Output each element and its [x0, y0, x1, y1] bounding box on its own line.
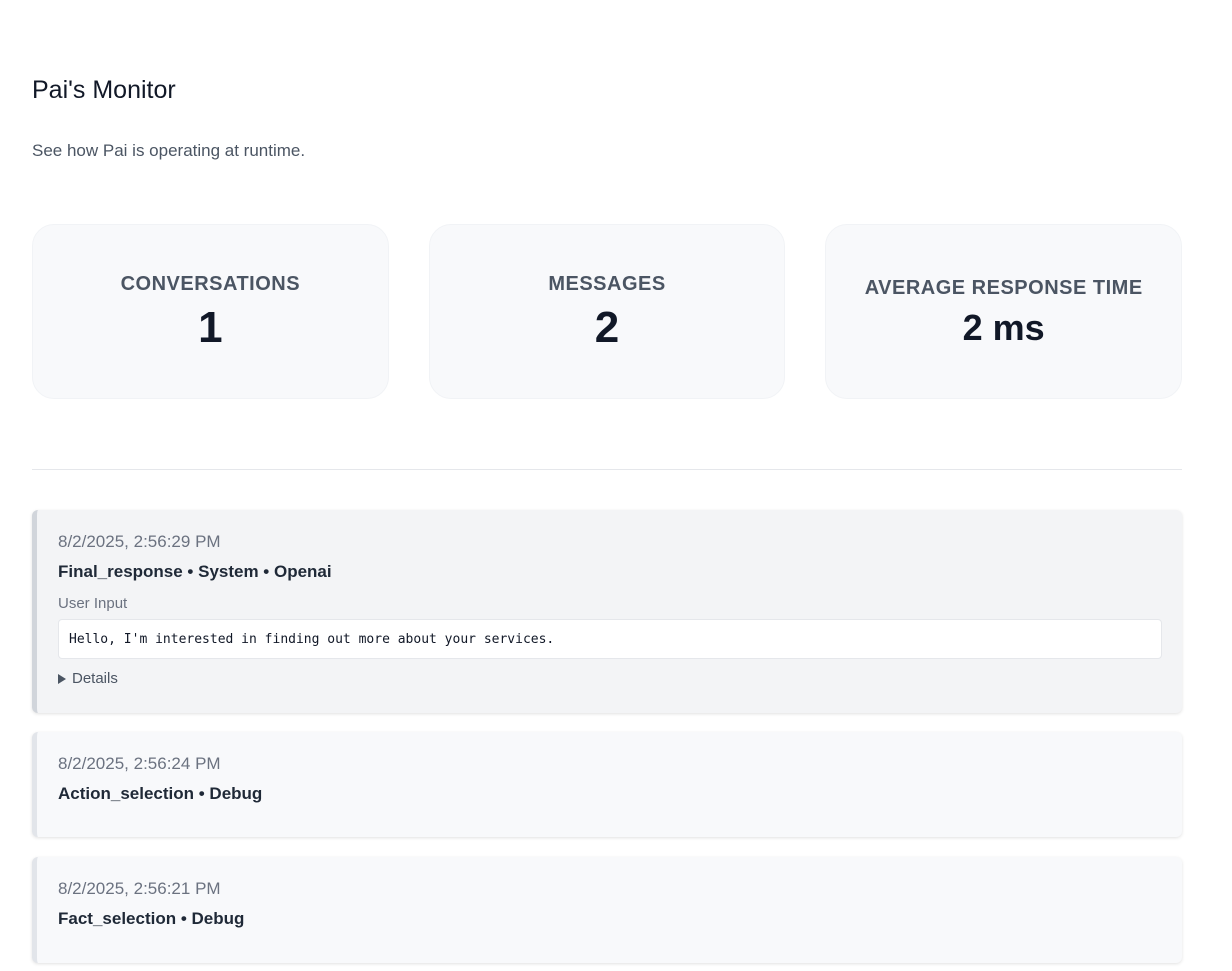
- page-subtitle: See how Pai is operating at runtime.: [32, 141, 306, 160]
- page-title: Pai's Monitor: [32, 76, 176, 104]
- details-label: Details: [72, 670, 118, 687]
- stat-value: 2: [594, 303, 620, 352]
- stats-row: CONVERSATIONS 1 MESSAGES 2 AVERAGE RESPO…: [32, 224, 1183, 399]
- log-entry-action-selection[interactable]: 8/2/2025, 2:56:24 PM Action_selection • …: [32, 732, 1182, 837]
- stat-card-messages: MESSAGES 2: [428, 224, 786, 399]
- stat-card-conversations: CONVERSATIONS 1: [32, 224, 389, 399]
- log-title: Final_response • System • Openai: [58, 562, 332, 581]
- log-timestamp: 8/2/2025, 2:56:24 PM: [58, 754, 221, 773]
- user-input-label: User Input: [58, 595, 128, 612]
- details-toggle[interactable]: Details: [58, 670, 1162, 687]
- log-title: Fact_selection • Debug: [58, 909, 245, 928]
- stat-card-average-response-time: AVERAGE RESPONSE TIME 2 ms: [825, 224, 1183, 399]
- section-divider: [32, 469, 1182, 470]
- log-entry-final-response[interactable]: 8/2/2025, 2:56:29 PM Final_response • Sy…: [32, 510, 1182, 713]
- stat-value: 2 ms: [962, 307, 1045, 348]
- log-timestamp: 8/2/2025, 2:56:29 PM: [58, 532, 221, 551]
- stat-label: MESSAGES: [548, 273, 666, 295]
- log-entry-fact-selection[interactable]: 8/2/2025, 2:56:21 PM Fact_selection • De…: [32, 857, 1182, 963]
- log-timestamp: 8/2/2025, 2:56:21 PM: [58, 879, 221, 898]
- stat-label: AVERAGE RESPONSE TIME: [864, 277, 1143, 299]
- log-title: Action_selection • Debug: [58, 784, 263, 803]
- user-input-value: Hello, I'm interested in finding out mor…: [58, 619, 1162, 659]
- monitor-page: Pai's Monitor See how Pai is operating a…: [0, 0, 1232, 971]
- caret-right-icon: [58, 673, 66, 684]
- stat-label: CONVERSATIONS: [120, 273, 301, 295]
- stat-value: 1: [198, 303, 223, 352]
